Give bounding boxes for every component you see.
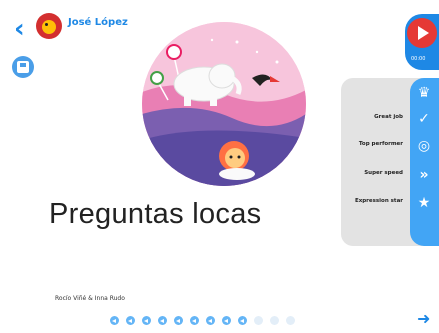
page-dot[interactable] [110, 316, 119, 325]
check-icon[interactable]: ✓ [415, 110, 433, 128]
cover-art [142, 22, 306, 186]
page-dot[interactable] [174, 316, 183, 325]
page-dot[interactable] [158, 316, 167, 325]
badges-rail [410, 78, 439, 246]
avatar[interactable] [36, 13, 62, 39]
page-dot[interactable] [286, 316, 295, 325]
badge-label-expression-star: Expression star [354, 198, 403, 204]
star-icon[interactable]: ★ [415, 194, 433, 212]
back-button[interactable]: ‹ [14, 16, 34, 42]
page-dot[interactable] [142, 316, 151, 325]
target-icon[interactable]: ◎ [415, 137, 433, 155]
book-authors: Rocío Viñé & Inna Rudo [55, 295, 125, 302]
badge-label-great-job: Great job [374, 114, 403, 120]
avatar-face [42, 20, 56, 34]
play-button[interactable] [407, 18, 437, 48]
play-time: 00:00 [411, 56, 426, 62]
badge-label-super-speed: Super speed [364, 170, 403, 176]
page-dot[interactable] [270, 316, 279, 325]
page-indicator [110, 316, 295, 325]
page-dot[interactable] [238, 316, 247, 325]
double-chevron-icon[interactable]: » [415, 166, 433, 184]
save-icon[interactable] [12, 56, 34, 78]
page-dot[interactable] [254, 316, 263, 325]
crown-icon[interactable]: ♛ [415, 84, 433, 102]
page-dot[interactable] [222, 316, 231, 325]
page-dot[interactable] [126, 316, 135, 325]
user-name: José López [68, 17, 128, 28]
next-page-button[interactable]: ➜ [417, 310, 435, 328]
book-title: Preguntas locas [49, 198, 262, 230]
book-cover-illustration [142, 22, 306, 186]
avatar-eye [45, 23, 48, 26]
page-dot[interactable] [206, 316, 215, 325]
page-dot[interactable] [190, 316, 199, 325]
badge-label-top-performer: Top performer [358, 141, 403, 147]
